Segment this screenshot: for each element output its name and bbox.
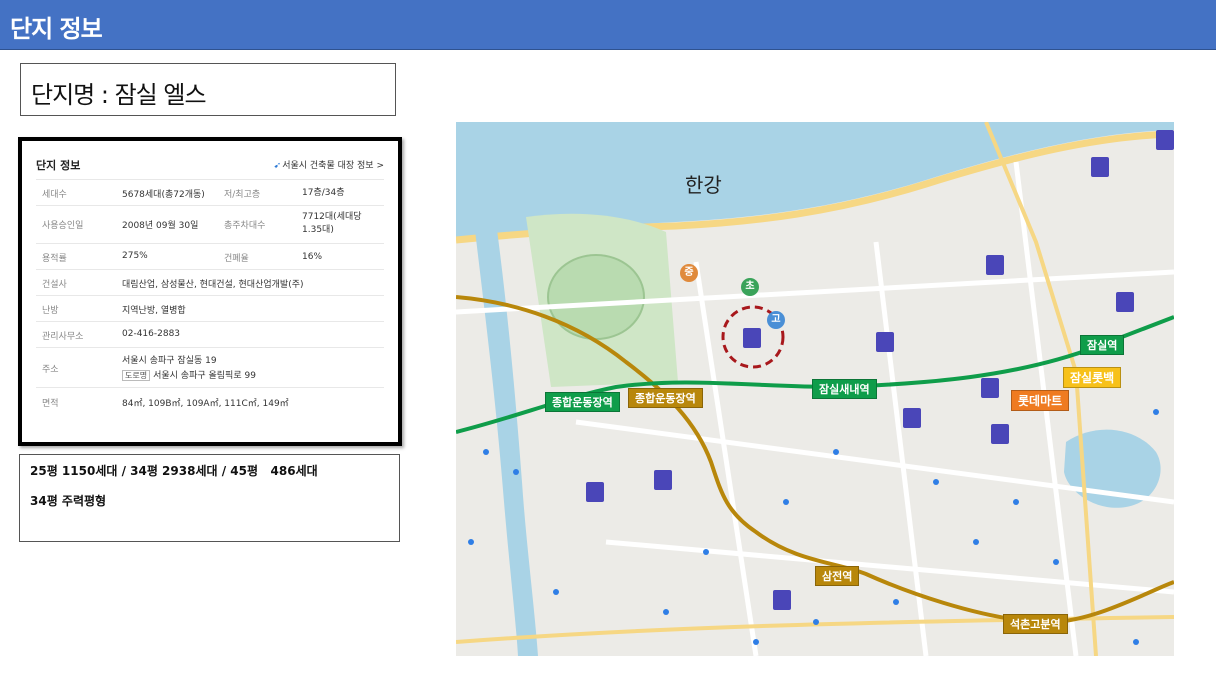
external-link-icon: ➹ [273, 161, 282, 171]
station-jamsil-saenae[interactable]: 잠실새내역 [812, 379, 877, 399]
unit-summary-box: 25평 1150세대 / 34평 2938세대 / 45평 486세대 34평 … [19, 454, 400, 542]
table-row: 면적 84㎡, 109B㎡, 109A㎡, 111C㎡, 149㎡ [36, 387, 384, 415]
table-row: 주소 서울시 송파구 잠실동 19 도로명 서울시 송파구 올림픽로 99 [36, 347, 384, 387]
location-map[interactable]: 한강 중 초 고 종합운동장역 종합운동장역 잠실새내역 잠실역 잠실롯백 롯데… [456, 122, 1174, 656]
main-stadium [547, 254, 645, 340]
river-label: 한강 [685, 173, 722, 197]
header-bar: 단지 정보 [0, 0, 1216, 50]
table-row: 관리사무소 02-416-2883 [36, 321, 384, 347]
table-row: 난방 지역난방, 열병합 [36, 295, 384, 321]
page-title: 단지 정보 [10, 15, 103, 43]
high-school-badge[interactable]: 고 [767, 311, 785, 329]
station-seokchon-gobun[interactable]: 석촌고분역 [1003, 614, 1068, 634]
road-address-tag: 도로명 [122, 370, 151, 381]
station-jamsil[interactable]: 잠실역 [1080, 335, 1125, 355]
complex-name: 단지명 : 잠실 엘스 [31, 81, 207, 109]
station-sports-complex-line2[interactable]: 종합운동장역 [545, 392, 620, 412]
elementary-school-badge[interactable]: 초 [741, 278, 759, 296]
main-unit-type: 34평 주력평형 [30, 494, 107, 508]
building-registry-link[interactable]: ➹서울시 건축물 대장 정보 > [274, 158, 384, 171]
station-sports-complex-line9[interactable]: 종합운동장역 [628, 388, 703, 408]
middle-school-badge[interactable]: 중 [680, 264, 698, 282]
station-samjeon[interactable]: 삼전역 [815, 566, 860, 586]
unit-breakdown: 25평 1150세대 / 34평 2938세대 / 45평 486세대 [30, 464, 318, 478]
table-row: 사용승인일 2008년 09월 30일 총주차대수 7712대(세대당 1.35… [36, 205, 384, 243]
info-card-title: 단지 정보 [36, 159, 81, 172]
table-row: 건설사 대림산업, 삼성물산, 현대건설, 현대산업개발(주) [36, 269, 384, 295]
info-table: 세대수 5678세대(총72개동) 저/최고층 17층/34층 사용승인일 20… [36, 179, 384, 415]
lotte-mart-label[interactable]: 롯데마트 [1011, 390, 1070, 411]
lotte-world-label[interactable]: 잠실롯백 [1063, 367, 1122, 388]
complex-info-card: 단지 정보 ➹서울시 건축물 대장 정보 > 세대수 5678세대(총72개동)… [18, 137, 402, 446]
complex-name-box: 단지명 : 잠실 엘스 [20, 63, 396, 116]
info-card-header: 단지 정보 ➹서울시 건축물 대장 정보 > [36, 155, 384, 177]
table-row: 세대수 5678세대(총72개동) 저/최고층 17층/34층 [36, 179, 384, 205]
table-row: 용적률 275% 건폐율 16% [36, 243, 384, 269]
tancheon-stream [474, 222, 538, 656]
